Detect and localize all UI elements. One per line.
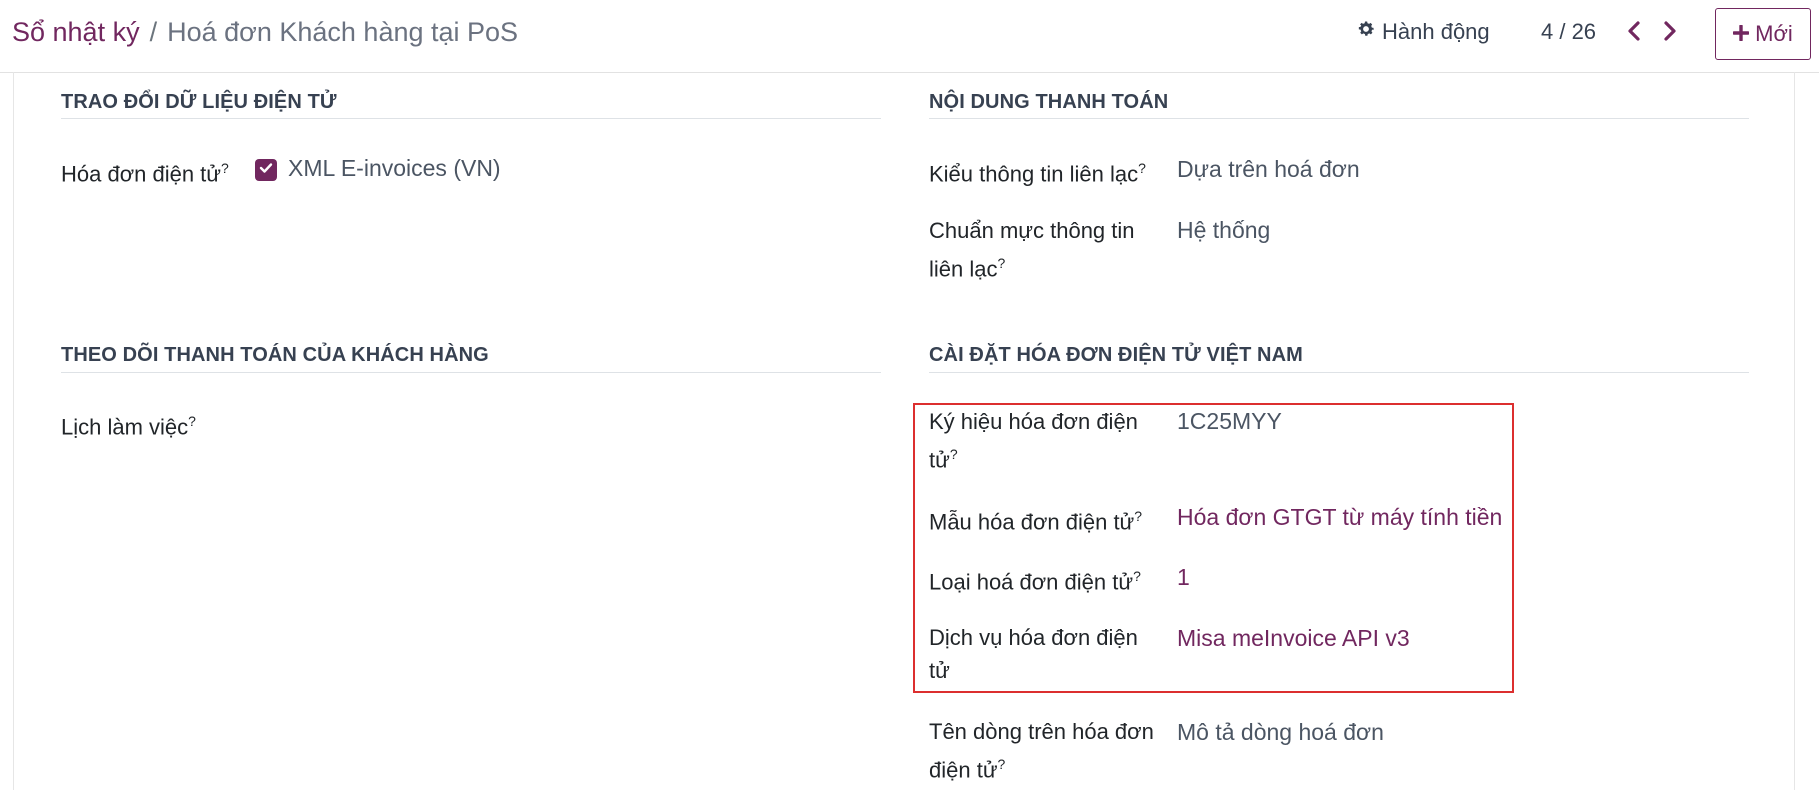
contact-type-value[interactable]: Dựa trên hoá đơn: [1177, 153, 1360, 186]
help-tooltip-icon[interactable]: ?: [188, 413, 196, 429]
action-menu-button[interactable]: Hành động: [1356, 19, 1490, 45]
einvoice-xml-checkbox[interactable]: [255, 159, 277, 181]
einvoice-service-value[interactable]: Misa meInvoice API v3: [1177, 622, 1410, 655]
section-divider: [61, 372, 881, 373]
section-title-edi: TRAO ĐỔI DỮ LIỆU ĐIỆN TỬ: [61, 91, 337, 113]
help-tooltip-icon[interactable]: ?: [1133, 568, 1141, 584]
form-sheet-border-right: [1794, 72, 1795, 790]
einvoice-field-label: Hóa đơn điện tử?: [61, 160, 229, 187]
section-title-payment-content: NỘI DUNG THANH TOÁN: [929, 91, 1169, 113]
action-menu-label: Hành động: [1382, 19, 1490, 44]
check-icon: [259, 161, 273, 179]
section-divider: [61, 118, 881, 119]
breadcrumb: Sổ nhật ký / Hoá đơn Khách hàng tại PoS: [12, 17, 518, 48]
help-tooltip-icon[interactable]: ?: [998, 756, 1006, 772]
section-title-vn-einvoice: CÀI ĐẶT HÓA ĐƠN ĐIỆN TỬ VIỆT NAM: [929, 344, 1303, 366]
einvoice-service-label: Dịch vụ hóa đơn điện tử: [929, 625, 1138, 683]
einvoice-symbol-label: Ký hiệu hóa đơn điện tử?: [929, 409, 1138, 473]
control-panel: Sổ nhật ký / Hoá đơn Khách hàng tại PoS Hà…: [0, 0, 1819, 73]
new-record-label: Mới: [1755, 21, 1793, 46]
help-tooltip-icon[interactable]: ?: [997, 255, 1005, 271]
breadcrumb-separator: /: [149, 17, 158, 47]
chevron-left-icon: [1626, 20, 1642, 47]
schedule-label: Lịch làm việc?: [61, 413, 196, 440]
einvoice-line-name-value[interactable]: Mô tả dòng hoá đơn: [1177, 716, 1384, 749]
help-tooltip-icon[interactable]: ?: [1134, 508, 1142, 524]
gear-icon: [1356, 19, 1376, 45]
breadcrumb-current: Hoá đơn Khách hàng tại PoS: [167, 17, 519, 47]
help-tooltip-icon[interactable]: ?: [950, 446, 958, 462]
contact-standard-label: Chuẩn mực thông tin liên lạc?: [929, 218, 1135, 282]
help-tooltip-icon[interactable]: ?: [221, 160, 229, 176]
chevron-right-icon: [1662, 20, 1678, 47]
pager-next-button[interactable]: [1659, 19, 1681, 47]
einvoice-xml-option-label[interactable]: XML E-invoices (VN): [288, 152, 501, 185]
contact-type-label: Kiểu thông tin liên lạc?: [929, 160, 1146, 187]
plus-icon: [1732, 21, 1750, 47]
einvoice-symbol-value[interactable]: 1C25MYY: [1177, 405, 1282, 438]
section-title-customer-payment: THEO DÕI THANH TOÁN CỦA KHÁCH HÀNG: [61, 344, 489, 366]
section-divider: [929, 372, 1749, 373]
einvoice-template-label: Mẫu hóa đơn điện tử?: [929, 508, 1143, 535]
breadcrumb-parent-link[interactable]: Sổ nhật ký: [12, 17, 140, 47]
einvoice-type-label: Loại hoá đơn điện tử?: [929, 568, 1141, 595]
help-tooltip-icon[interactable]: ?: [1138, 160, 1146, 176]
section-divider: [929, 118, 1749, 119]
new-record-button[interactable]: Mới: [1715, 8, 1811, 60]
pager-value[interactable]: 4 / 26: [1541, 19, 1596, 45]
form-sheet-border-left: [13, 72, 14, 790]
einvoice-template-value[interactable]: Hóa đơn GTGT từ máy tính tiền: [1177, 501, 1502, 534]
contact-standard-value[interactable]: Hệ thống: [1177, 214, 1270, 247]
einvoice-line-name-label: Tên dòng trên hóa đơn điện tử?: [929, 719, 1154, 783]
einvoice-type-value[interactable]: 1: [1177, 561, 1190, 594]
pager-previous-button[interactable]: [1623, 19, 1645, 47]
